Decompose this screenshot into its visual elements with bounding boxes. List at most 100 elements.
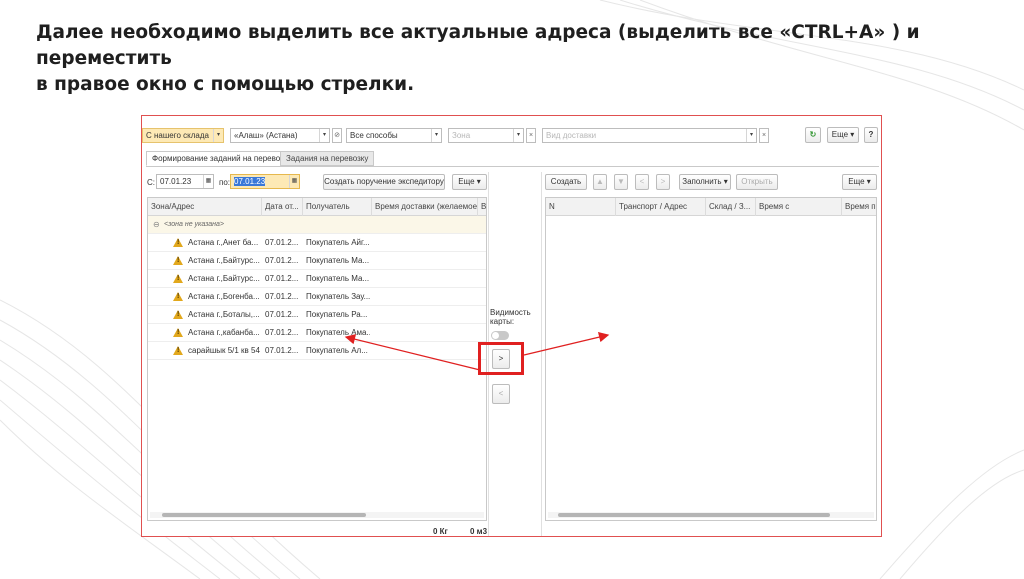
- table-row[interactable]: Астана г.,Байтурс... 07.01.2... Покупате…: [148, 252, 486, 270]
- more-button-left[interactable]: Еще ▾: [452, 174, 487, 190]
- horizontal-scrollbar[interactable]: [548, 512, 874, 518]
- date-from-label: С:: [147, 178, 155, 187]
- clear-zone-icon[interactable]: ×: [526, 128, 536, 143]
- map-visibility-label: Видимость: [490, 308, 531, 317]
- calendar-icon[interactable]: ▦: [203, 175, 213, 188]
- create-forwarder-order-button[interactable]: Создать поручение экспедитору: [323, 174, 445, 190]
- table-row[interactable]: сарайшык 5/1 кв 544 07.01.2... Покупател…: [148, 342, 486, 360]
- cell-address: Астана г.,Анет ба...: [188, 238, 259, 247]
- refresh-icon[interactable]: ↻: [805, 127, 821, 143]
- more-button-top[interactable]: Еще ▾: [827, 127, 859, 143]
- warehouse-select[interactable]: С нашего склада ▾: [142, 128, 224, 143]
- column-header-date[interactable]: Дата от...: [262, 198, 303, 216]
- table-row[interactable]: Астана г.,Байтурс... 07.01.2... Покупате…: [148, 270, 486, 288]
- more-label: Еще: [458, 177, 475, 186]
- cell-address: Астана г.,кабанба...: [188, 328, 260, 337]
- date-to-value: 07.01.23: [234, 177, 266, 186]
- column-header-delivery-time[interactable]: Время доставки (желаемое): [372, 198, 478, 216]
- chevron-left-icon: <: [498, 389, 504, 398]
- calendar-icon[interactable]: ▦: [289, 175, 299, 188]
- help-button[interactable]: ?: [864, 127, 878, 143]
- column-header-time-from[interactable]: Время с: [756, 198, 842, 216]
- scrollbar-thumb[interactable]: [162, 513, 366, 517]
- cell-recipient: Покупатель Ра...: [306, 310, 368, 319]
- collapse-icon[interactable]: ⊖: [153, 216, 160, 234]
- transport-tasks-table[interactable]: N Транспорт / Адрес Склад / З... Время с…: [545, 197, 877, 521]
- link-icon[interactable]: ⊘: [332, 128, 342, 143]
- create-forwarder-order-label: Создать поручение экспедитору: [324, 177, 444, 186]
- instruction-line-2: в правое окно с помощью стрелки.: [36, 74, 415, 95]
- column-header-extra[interactable]: Во: [478, 198, 486, 216]
- column-header-recipient[interactable]: Получатель: [303, 198, 372, 216]
- forward-icon[interactable]: >: [656, 174, 670, 190]
- create-task-button[interactable]: Создать: [545, 174, 587, 190]
- horizontal-scrollbar[interactable]: [150, 512, 484, 518]
- cell-date: 07.01.2...: [265, 238, 299, 247]
- map-visibility-toggle[interactable]: [491, 331, 509, 340]
- move-down-icon[interactable]: ▼: [614, 174, 628, 190]
- app-window: С нашего склада ▾ «Алаш» (Астана) ▾ ⊘ Вс…: [141, 115, 882, 537]
- column-header-transport-address[interactable]: Транспорт / Адрес: [616, 198, 706, 216]
- date-to-input[interactable]: 07.01.23 ▦: [230, 174, 300, 189]
- fill-label: Заполнить: [682, 177, 722, 186]
- column-header-warehouse[interactable]: Склад / З...: [706, 198, 756, 216]
- right-splitter[interactable]: [541, 172, 542, 536]
- more-button-right[interactable]: Еще ▾: [842, 174, 877, 190]
- column-header-number[interactable]: N: [546, 198, 616, 216]
- tab-transport-tasks[interactable]: Задания на перевозку: [280, 151, 375, 166]
- zone-select[interactable]: Зона ▾: [448, 128, 524, 143]
- chevron-down-icon[interactable]: ▾: [746, 129, 756, 142]
- date-from-value: 07.01.23: [160, 177, 192, 186]
- delivery-method-value: Все способы: [350, 131, 398, 140]
- table-row[interactable]: Астана г.,кабанба... 07.01.2... Покупате…: [148, 324, 486, 342]
- cell-address: Астана г.,Боталы,...: [188, 310, 260, 319]
- cell-date: 07.01.2...: [265, 328, 299, 337]
- chevron-down-icon[interactable]: ▾: [431, 129, 441, 142]
- clear-delivery-type-icon[interactable]: ×: [759, 128, 769, 143]
- chevron-down-icon[interactable]: ▾: [513, 129, 523, 142]
- cell-address: Астана г.,Богенба...: [188, 292, 260, 301]
- cell-date: 07.01.2...: [265, 256, 299, 265]
- cell-address: сарайшык 5/1 кв 544: [188, 346, 260, 355]
- total-volume: 0 м3: [470, 527, 488, 536]
- table-row[interactable]: Астана г.,Анет ба... 07.01.2... Покупате…: [148, 234, 486, 252]
- group-row-no-zone[interactable]: ⊖ <зона не указана>: [148, 216, 486, 234]
- open-button[interactable]: Открыть: [736, 174, 778, 190]
- move-left-button[interactable]: <: [492, 384, 510, 404]
- warning-icon: [173, 274, 183, 283]
- warning-icon: [173, 328, 183, 337]
- cell-recipient: Покупатель Зау...: [306, 292, 370, 301]
- cell-recipient: Покупатель Ма...: [306, 256, 370, 265]
- orders-table[interactable]: Зона/Адрес Дата от... Получатель Время д…: [147, 197, 487, 521]
- cell-recipient: Покупатель Ал...: [306, 346, 368, 355]
- delivery-type-select[interactable]: Вид доставки ▾: [542, 128, 757, 143]
- cell-recipient: Покупатель Ма...: [306, 274, 370, 283]
- share-icon[interactable]: <: [635, 174, 649, 190]
- fill-button[interactable]: Заполнить ▾: [679, 174, 731, 190]
- company-select-value: «Алаш» (Астана): [234, 131, 298, 140]
- company-select[interactable]: «Алаш» (Астана) ▾: [230, 128, 330, 143]
- warning-icon: [173, 256, 183, 265]
- zone-select-placeholder: Зона: [452, 131, 471, 140]
- more-label: Еще: [831, 130, 849, 139]
- table-row[interactable]: Астана г.,Богенба... 07.01.2... Покупате…: [148, 288, 486, 306]
- warning-icon: [173, 346, 183, 355]
- help-label: ?: [868, 130, 874, 139]
- warning-icon: [173, 238, 183, 247]
- scrollbar-thumb[interactable]: [558, 513, 830, 517]
- move-up-icon[interactable]: ▲: [593, 174, 607, 190]
- chevron-down-icon[interactable]: ▾: [319, 129, 329, 142]
- highlight-box-move-button: [478, 342, 524, 375]
- warning-icon: [173, 310, 183, 319]
- cell-date: 07.01.2...: [265, 274, 299, 283]
- column-header-zone-address[interactable]: Зона/Адрес: [148, 198, 262, 216]
- delivery-method-select[interactable]: Все способы ▾: [346, 128, 442, 143]
- tab-label: Задания на перевозку: [286, 154, 369, 163]
- tab-forming-tasks[interactable]: Формирование заданий на перевозку: [146, 151, 298, 166]
- table-row[interactable]: Астана г.,Боталы,... 07.01.2... Покупате…: [148, 306, 486, 324]
- column-header-time-to[interactable]: Время по: [842, 198, 876, 216]
- date-from-input[interactable]: 07.01.23 ▦: [156, 174, 214, 189]
- chevron-down-icon[interactable]: ▾: [213, 129, 223, 142]
- warning-icon: [173, 292, 183, 301]
- open-label: Открыть: [741, 177, 773, 186]
